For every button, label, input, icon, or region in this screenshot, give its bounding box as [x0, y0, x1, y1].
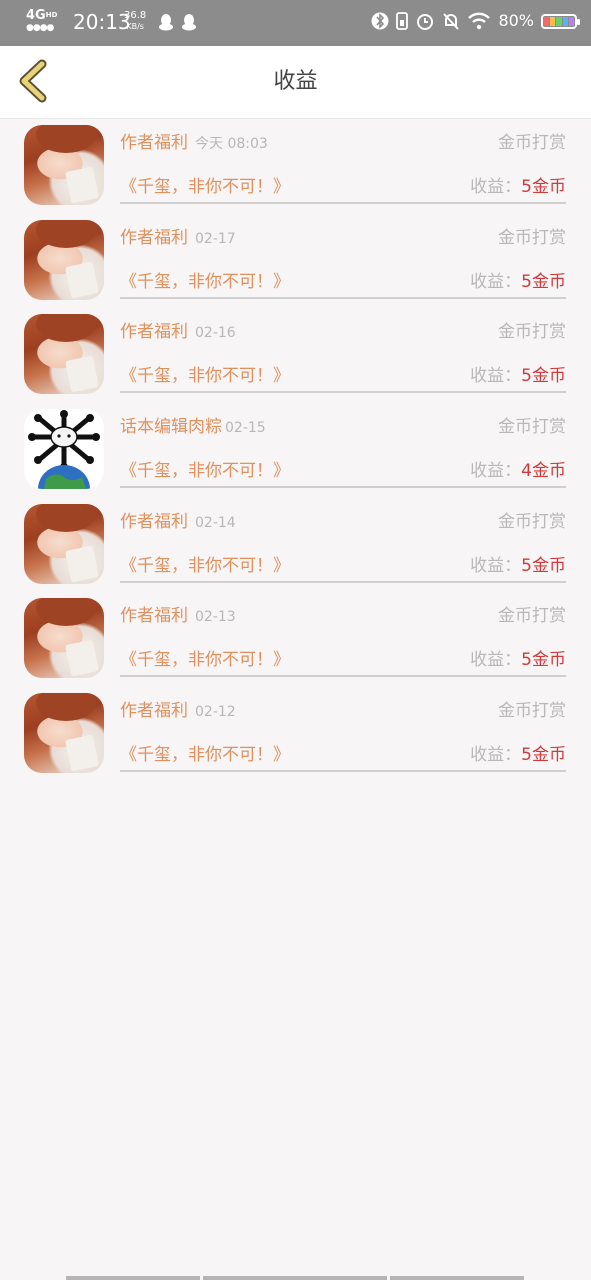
record-type: 金币打赏	[498, 227, 566, 248]
row-divider	[120, 580, 566, 583]
record-type: 金币打赏	[498, 701, 566, 722]
record-date: 02-16	[195, 325, 236, 342]
book-title: 《千玺，非你不可！》	[120, 461, 290, 482]
list-item[interactable]: 作者福利 02-14 金币打赏 《千玺，非你不可！》 收益：5金币	[0, 497, 591, 592]
bluetooth-icon	[371, 12, 389, 30]
record-type: 金币打赏	[498, 322, 566, 343]
income-value: 5金币	[521, 745, 566, 766]
page-header: 收益	[0, 46, 591, 119]
alarm-icon	[417, 14, 434, 30]
book-title: 《千玺，非你不可！》	[120, 271, 290, 292]
user-avatar	[24, 125, 104, 205]
user-avatar	[24, 219, 104, 300]
list-item[interactable]: 话本编辑肉粽 02-15 金币打赏 《千玺，非你不可！》 收益：4金币	[0, 402, 591, 497]
user-avatar	[24, 314, 104, 395]
income-amount: 收益：5金币	[470, 270, 566, 294]
record-type: 金币打赏	[498, 417, 566, 438]
sender-name: 作者福利	[120, 606, 188, 627]
status-icons: 80%	[371, 10, 580, 32]
income-value: 5金币	[521, 650, 566, 671]
page-title: 收益	[273, 69, 318, 94]
income-label: 收益：	[470, 745, 522, 766]
list-item[interactable]: 作者福利 02-17 金币打赏 《千玺，非你不可！》 收益：5金币	[0, 213, 591, 308]
book-title: 《千玺，非你不可！》	[120, 177, 290, 197]
income-value: 5金币	[521, 271, 566, 292]
record-date: 02-15	[225, 420, 266, 437]
income-amount: 收益：5金币	[470, 554, 566, 578]
status-bar: 4GHD ●●●● 20:13 36.8 KB/s 80%	[0, 0, 591, 46]
battery-icon	[541, 13, 580, 29]
income-amount: 收益：5金币	[470, 648, 566, 672]
sender-name: 作者福利	[120, 322, 188, 343]
sender-name: 作者福利	[120, 511, 188, 532]
income-amount: 收益：5金币	[470, 743, 566, 767]
sender-name: 作者福利	[120, 133, 188, 153]
qq-icon	[182, 14, 196, 31]
income-amount: 收益：5金币	[470, 175, 566, 199]
user-avatar	[24, 409, 104, 490]
row-divider	[120, 770, 566, 773]
income-label: 收益：	[470, 271, 522, 292]
user-avatar	[24, 598, 104, 679]
row-divider	[120, 675, 566, 678]
income-value: 4金币	[521, 461, 566, 482]
income-label: 收益：	[470, 650, 522, 671]
speed-value: 36.8	[124, 10, 147, 21]
wifi-icon	[468, 12, 491, 30]
record-date: 02-13	[195, 609, 236, 626]
record-type: 金币打赏	[498, 511, 566, 532]
income-amount: 收益：5金币	[470, 364, 566, 388]
row-divider	[120, 296, 566, 299]
sim-icon	[396, 12, 409, 30]
signal-dots-icon: ●●●●	[26, 23, 54, 33]
income-label: 收益：	[470, 366, 522, 387]
record-date: 02-17	[195, 230, 236, 247]
record-date: 02-14	[195, 514, 236, 531]
nav-hint-left[interactable]	[66, 1276, 200, 1280]
list-item[interactable]: 作者福利 今天 08:03 金币打赏 《千玺，非你不可！》 收益：5金币	[0, 118, 591, 213]
battery-percent: 80%	[498, 11, 534, 30]
income-list: 作者福利 今天 08:03 金币打赏 《千玺，非你不可！》 收益：5金币 作者福…	[0, 118, 591, 781]
record-date: 今天 08:03	[195, 136, 268, 152]
nav-hint-right[interactable]	[390, 1276, 524, 1280]
list-item[interactable]: 作者福利 02-16 金币打赏 《千玺，非你不可！》 收益：5金币	[0, 307, 591, 402]
row-divider	[120, 391, 566, 394]
income-label: 收益：	[470, 461, 522, 482]
mute-bell-icon	[443, 13, 460, 30]
clock: 20:13	[73, 10, 131, 34]
income-value: 5金币	[521, 555, 566, 576]
list-item[interactable]: 作者福利 02-13 金币打赏 《千玺，非你不可！》 收益：5金币	[0, 591, 591, 686]
network-hd: HD	[45, 11, 58, 19]
earth-avatar-icon	[28, 410, 100, 490]
list-item[interactable]: 作者福利 02-12 金币打赏 《千玺，非你不可！》 收益：5金币	[0, 686, 591, 781]
record-type: 金币打赏	[498, 606, 566, 627]
income-label: 收益：	[470, 177, 522, 197]
nav-hint-center[interactable]	[203, 1276, 387, 1280]
book-title: 《千玺，非你不可！》	[120, 650, 290, 671]
row-divider	[120, 202, 566, 204]
qq-icon	[159, 14, 173, 31]
speed-unit: KB/s	[126, 22, 144, 31]
user-avatar	[24, 503, 104, 584]
sender-name: 话本编辑肉粽	[120, 417, 222, 438]
sender-name: 作者福利	[120, 701, 188, 722]
network-indicator: 4GHD	[26, 9, 57, 22]
income-value: 5金币	[521, 177, 566, 197]
record-type: 金币打赏	[498, 133, 566, 153]
income-amount: 收益：4金币	[470, 459, 566, 483]
network-type: 4G	[26, 8, 46, 23]
income-value: 5金币	[521, 366, 566, 387]
sender-name: 作者福利	[120, 227, 188, 248]
user-avatar	[24, 693, 104, 774]
record-date: 02-12	[195, 704, 236, 721]
book-title: 《千玺，非你不可！》	[120, 555, 290, 576]
book-title: 《千玺，非你不可！》	[120, 745, 290, 766]
income-label: 收益：	[470, 555, 522, 576]
row-divider	[120, 486, 566, 489]
network-speed: 36.8 KB/s	[124, 10, 146, 32]
book-title: 《千玺，非你不可！》	[120, 366, 290, 387]
